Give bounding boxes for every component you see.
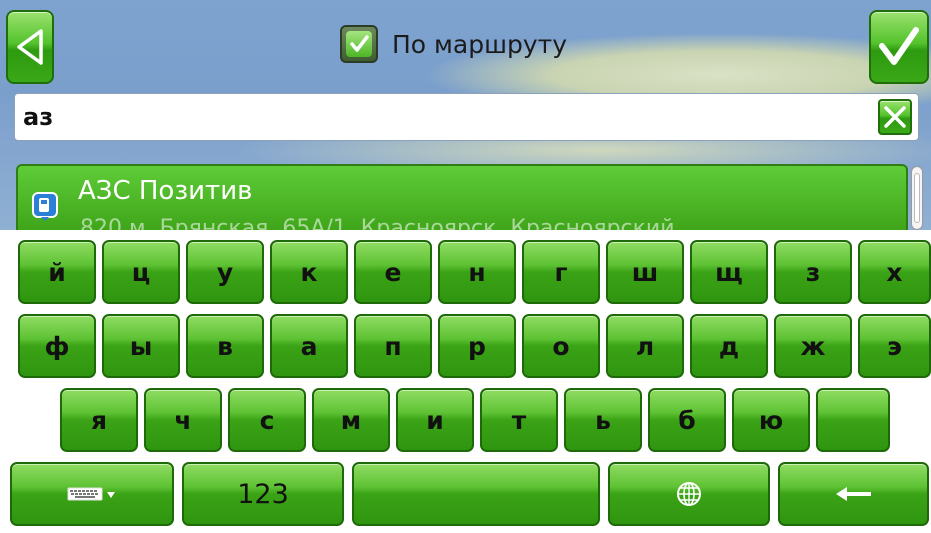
keyboard-layout-icon	[67, 487, 115, 501]
key-д[interactable]: д	[690, 314, 768, 378]
key-и[interactable]: и	[396, 388, 474, 452]
clear-x-icon	[884, 106, 906, 128]
result-subtitle: 820 м, Брянская, 65А/1, Красноярск, Крас…	[80, 216, 675, 230]
key-э[interactable]: э	[858, 314, 931, 378]
key-ф[interactable]: ф	[18, 314, 96, 378]
globe-icon	[677, 482, 701, 506]
key-ж[interactable]: ж	[774, 314, 852, 378]
key-щ[interactable]: щ	[690, 240, 768, 304]
search-box	[14, 93, 919, 141]
key-а[interactable]: а	[270, 314, 348, 378]
key-з[interactable]: з	[774, 240, 852, 304]
key-у[interactable]: у	[186, 240, 264, 304]
key-б[interactable]: б	[648, 388, 726, 452]
key-blank[interactable]	[816, 388, 890, 452]
route-toggle-label: По маршруту	[392, 29, 567, 59]
clear-search-button[interactable]	[878, 99, 912, 135]
key-х[interactable]: х	[858, 240, 931, 304]
list-item[interactable]: АЗС Позитив 820 м, Брянская, 65А/1, Крас…	[18, 166, 906, 230]
key-ь[interactable]: ь	[564, 388, 642, 452]
scrollbar-thumb[interactable]	[914, 173, 920, 223]
key-в[interactable]: в	[186, 314, 264, 378]
back-triangle-icon	[17, 29, 43, 65]
on-screen-keyboard: й ц у к е н г ш щ з х ф ы в а п р о л д …	[0, 230, 931, 533]
key-с[interactable]: с	[228, 388, 306, 452]
results-list: АЗС Позитив 820 м, Брянская, 65А/1, Крас…	[16, 164, 908, 230]
key-ы[interactable]: ы	[102, 314, 180, 378]
key-е[interactable]: е	[354, 240, 432, 304]
key-ч[interactable]: ч	[144, 388, 222, 452]
key-ш[interactable]: ш	[606, 240, 684, 304]
key-к[interactable]: к	[270, 240, 348, 304]
key-н[interactable]: н	[438, 240, 516, 304]
layout-switch-key[interactable]	[10, 462, 174, 526]
language-key[interactable]	[608, 462, 770, 526]
numbers-key[interactable]: 123	[182, 462, 344, 526]
search-input[interactable]	[15, 96, 865, 138]
key-й[interactable]: й	[18, 240, 96, 304]
result-title: АЗС Позитив	[78, 176, 253, 206]
key-л[interactable]: л	[606, 314, 684, 378]
key-п[interactable]: п	[354, 314, 432, 378]
key-г[interactable]: г	[522, 240, 600, 304]
key-ю[interactable]: ю	[732, 388, 810, 452]
backspace-arrow-icon	[835, 487, 871, 501]
results-scrollbar[interactable]	[911, 166, 923, 230]
key-м[interactable]: м	[312, 388, 390, 452]
key-т[interactable]: т	[480, 388, 558, 452]
ok-button[interactable]	[869, 10, 929, 84]
backspace-key[interactable]	[778, 462, 929, 526]
fuel-station-icon	[32, 192, 58, 221]
key-ц[interactable]: ц	[102, 240, 180, 304]
key-р[interactable]: р	[438, 314, 516, 378]
route-toggle[interactable]: По маршруту	[340, 24, 567, 64]
key-о[interactable]: о	[522, 314, 600, 378]
checkmark-icon	[879, 27, 919, 65]
key-я[interactable]: я	[60, 388, 138, 452]
checkmark-icon	[350, 35, 369, 52]
space-key[interactable]	[352, 462, 600, 526]
route-checkbox[interactable]	[340, 25, 378, 63]
back-button[interactable]	[6, 10, 54, 84]
